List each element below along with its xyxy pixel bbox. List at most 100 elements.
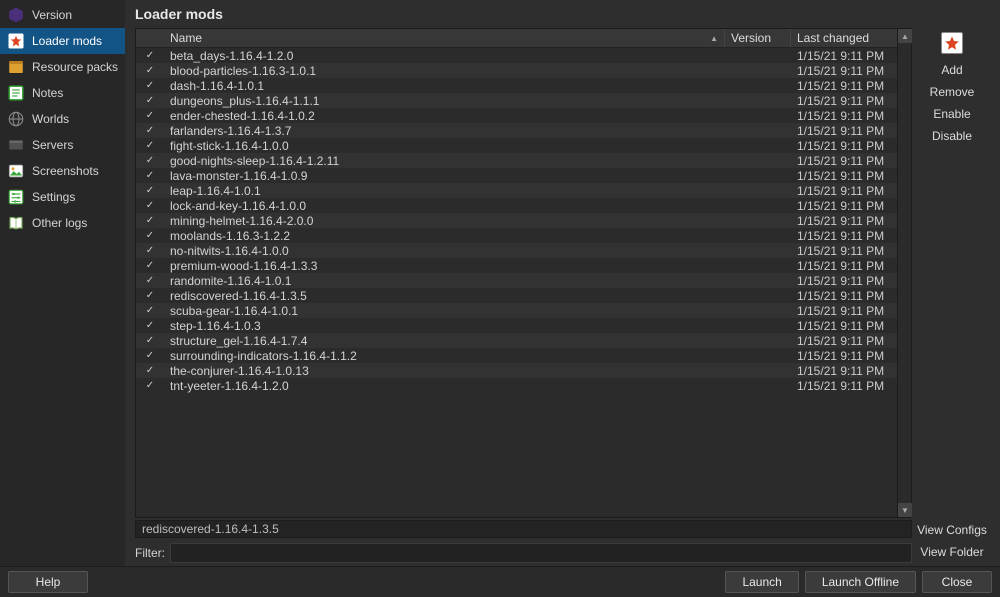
col-name-label: Name xyxy=(170,31,202,45)
mods-table: Name ▲ Version Last changed ✓ beta_days-1… xyxy=(135,28,912,518)
cell-name: beta_days-1.16.4-1.2.0 xyxy=(164,49,725,63)
col-name[interactable]: Name ▲ xyxy=(164,29,725,47)
scroll-up-icon[interactable]: ▲ xyxy=(898,29,912,43)
scroll-down-icon[interactable]: ▼ xyxy=(898,503,912,517)
table-row[interactable]: ✓surrounding-indicators-1.16.4-1.1.2 1/15… xyxy=(136,348,897,363)
table-row[interactable]: ✓farlanders-1.16.4-1.3.71/15/21 9:11 PM xyxy=(136,123,897,138)
cell-name: moolands-1.16.3-1.2.2 xyxy=(164,229,725,243)
cell-last: 1/15/21 9:11 PM xyxy=(791,214,897,228)
check-icon: ✓ xyxy=(136,170,164,181)
sidebar-item-label: Resource packs xyxy=(32,60,118,74)
table-row[interactable]: ✓randomite-1.16.4-1.0.11/15/21 9:11 PM xyxy=(136,273,897,288)
cell-name: surrounding-indicators-1.16.4-1.1.2 xyxy=(164,349,725,363)
server-icon xyxy=(6,135,26,155)
cell-name: scuba-gear-1.16.4-1.0.1 xyxy=(164,304,725,318)
table-row[interactable]: ✓blood-particles-1.16.3-1.0.11/15/21 9:1… xyxy=(136,63,897,78)
star-launcher-icon[interactable] xyxy=(941,32,963,54)
check-icon: ✓ xyxy=(136,200,164,211)
cell-name: dash-1.16.4-1.0.1 xyxy=(164,79,725,93)
table-row[interactable]: ✓the-conjurer-1.16.4-1.0.131/15/21 9:11 … xyxy=(136,363,897,378)
check-icon: ✓ xyxy=(136,320,164,331)
filter-input[interactable] xyxy=(170,543,912,563)
cell-last: 1/15/21 9:11 PM xyxy=(791,379,897,393)
table-row[interactable]: ✓premium-wood-1.16.4-1.3.31/15/21 9:11 P… xyxy=(136,258,897,273)
sidebar-item-settings[interactable]: Settings xyxy=(0,184,125,210)
cell-last: 1/15/21 9:11 PM xyxy=(791,199,897,213)
col-version[interactable]: Version xyxy=(725,29,791,47)
sliders-icon xyxy=(6,187,26,207)
table-row[interactable]: ✓ender-chested-1.16.4-1.0.21/15/21 9:11 … xyxy=(136,108,897,123)
table-row[interactable]: ✓mining-helmet-1.16.4-2.0.01/15/21 9:11 … xyxy=(136,213,897,228)
sidebar-item-label: Settings xyxy=(32,190,75,204)
image-icon xyxy=(6,161,26,181)
table-row[interactable]: ✓dash-1.16.4-1.0.11/15/21 9:11 PM xyxy=(136,78,897,93)
scrollbar[interactable]: ▲ ▼ xyxy=(897,29,911,517)
table-row[interactable]: ✓tnt-yeeter-1.16.4-1.2.01/15/21 9:11 PM xyxy=(136,378,897,393)
cell-last: 1/15/21 9:11 PM xyxy=(791,349,897,363)
table-row[interactable]: ✓lock-and-key-1.16.4-1.0.01/15/21 9:11 P… xyxy=(136,198,897,213)
sidebar-item-resource-packs[interactable]: Resource packs xyxy=(0,54,125,80)
cell-name: fight-stick-1.16.4-1.0.0 xyxy=(164,139,725,153)
table-row[interactable]: ✓moolands-1.16.3-1.2.21/15/21 9:11 PM xyxy=(136,228,897,243)
table-row[interactable]: ✓fight-stick-1.16.4-1.0.01/15/21 9:11 PM xyxy=(136,138,897,153)
col-check[interactable] xyxy=(136,36,164,40)
enable-button[interactable]: Enable xyxy=(916,104,988,124)
view-folder-button[interactable]: View Folder xyxy=(916,542,988,562)
page-title: Loader mods xyxy=(135,6,223,22)
col-last[interactable]: Last changed xyxy=(791,29,897,47)
sidebar-item-servers[interactable]: Servers xyxy=(0,132,125,158)
table-row[interactable]: ✓rediscovered-1.16.4-1.3.51/15/21 9:11 P… xyxy=(136,288,897,303)
check-icon: ✓ xyxy=(136,155,164,166)
sidebar-item-label: Notes xyxy=(32,86,63,100)
sidebar-item-loader-mods[interactable]: Loader mods xyxy=(0,28,125,54)
cell-last: 1/15/21 9:11 PM xyxy=(791,49,897,63)
cell-last: 1/15/21 9:11 PM xyxy=(791,259,897,273)
box-icon xyxy=(6,57,26,77)
table-row[interactable]: ✓dungeons_plus-1.16.4-1.1.11/15/21 9:11 … xyxy=(136,93,897,108)
remove-button[interactable]: Remove xyxy=(916,82,988,102)
sidebar-item-label: Screenshots xyxy=(32,164,99,178)
launch-button[interactable]: Launch xyxy=(725,571,798,593)
cell-name: dungeons_plus-1.16.4-1.1.1 xyxy=(164,94,725,108)
table-row[interactable]: ✓no-nitwits-1.16.4-1.0.01/15/21 9:11 PM xyxy=(136,243,897,258)
sidebar-item-screenshots[interactable]: Screenshots xyxy=(0,158,125,184)
cell-name: leap-1.16.4-1.0.1 xyxy=(164,184,725,198)
table-row[interactable]: ✓scuba-gear-1.16.4-1.0.11/15/21 9:11 PM xyxy=(136,303,897,318)
help-button[interactable]: Help xyxy=(8,571,88,593)
table-row[interactable]: ✓structure_gel-1.16.4-1.7.41/15/21 9:11 … xyxy=(136,333,897,348)
table-row[interactable]: ✓beta_days-1.16.4-1.2.01/15/21 9:11 PM xyxy=(136,48,897,63)
table-rows: ✓beta_days-1.16.4-1.2.01/15/21 9:11 PM✓b… xyxy=(136,48,897,517)
cell-last: 1/15/21 9:11 PM xyxy=(791,79,897,93)
cell-last: 1/15/21 9:11 PM xyxy=(791,64,897,78)
sidebar-item-other-logs[interactable]: Other logs xyxy=(0,210,125,236)
table-row[interactable]: ✓lava-monster-1.16.4-1.0.91/15/21 9:11 P… xyxy=(136,168,897,183)
check-icon: ✓ xyxy=(136,350,164,361)
cell-last: 1/15/21 9:11 PM xyxy=(791,229,897,243)
add-button[interactable]: Add xyxy=(916,60,988,80)
check-icon: ✓ xyxy=(136,110,164,121)
table-row[interactable]: ✓good-nights-sleep-1.16.4-1.2.111/15/21 … xyxy=(136,153,897,168)
check-icon: ✓ xyxy=(136,95,164,106)
table-row[interactable]: ✓leap-1.16.4-1.0.11/15/21 9:11 PM xyxy=(136,183,897,198)
cell-name: lava-monster-1.16.4-1.0.9 xyxy=(164,169,725,183)
cube-icon xyxy=(6,5,26,25)
status-bar: rediscovered-1.16.4-1.3.5 xyxy=(135,520,912,538)
sidebar-item-notes[interactable]: Notes xyxy=(0,80,125,106)
close-button[interactable]: Close xyxy=(922,571,992,593)
cell-name: the-conjurer-1.16.4-1.0.13 xyxy=(164,364,725,378)
sidebar-item-label: Loader mods xyxy=(32,34,102,48)
sidebar-item-worlds[interactable]: Worlds xyxy=(0,106,125,132)
disable-button[interactable]: Disable xyxy=(916,126,988,146)
cell-name: blood-particles-1.16.3-1.0.1 xyxy=(164,64,725,78)
sidebar-item-label: Worlds xyxy=(32,112,69,126)
cell-last: 1/15/21 9:11 PM xyxy=(791,244,897,258)
cell-last: 1/15/21 9:11 PM xyxy=(791,154,897,168)
globe-icon xyxy=(6,109,26,129)
sidebar-item-version[interactable]: Version xyxy=(0,2,125,28)
check-icon: ✓ xyxy=(136,245,164,256)
launch-offline-button[interactable]: Launch Offline xyxy=(805,571,916,593)
view-configs-button[interactable]: View Configs xyxy=(916,520,988,540)
cell-last: 1/15/21 9:11 PM xyxy=(791,124,897,138)
cell-name: tnt-yeeter-1.16.4-1.2.0 xyxy=(164,379,725,393)
table-row[interactable]: ✓step-1.16.4-1.0.31/15/21 9:11 PM xyxy=(136,318,897,333)
